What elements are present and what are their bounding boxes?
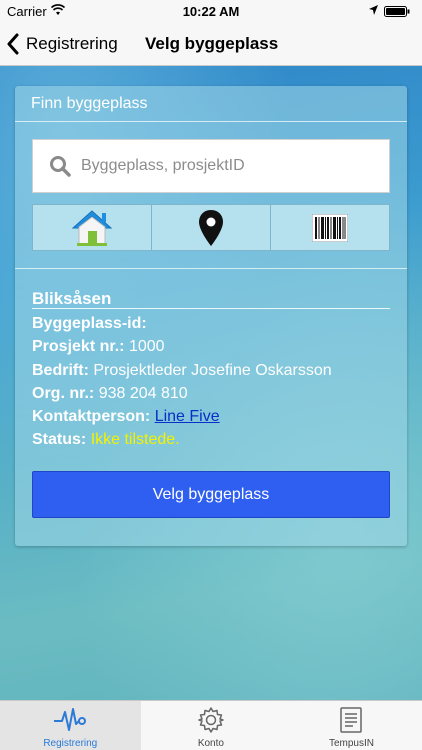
- project-row: Prosjekt nr.: 1000: [32, 338, 165, 355]
- site-id-label: Byggeplass-id: [32, 315, 142, 332]
- tab-bar: Registrering Konto TempusIN: [0, 700, 422, 750]
- location-button[interactable]: [152, 205, 271, 250]
- tab-label: Konto: [197, 738, 224, 749]
- tab-registrering[interactable]: Registrering: [0, 701, 141, 750]
- tab-konto[interactable]: Konto: [141, 701, 282, 750]
- site-name-underline: [32, 308, 390, 309]
- navigation-bar: Registrering Velg byggeplass: [0, 22, 422, 66]
- search-input[interactable]: [81, 157, 361, 175]
- home-icon: [71, 209, 113, 246]
- contact-link[interactable]: Line Five: [155, 408, 220, 425]
- panel-title: Finn byggeplass: [31, 95, 148, 112]
- search-box[interactable]: [32, 139, 390, 193]
- back-button[interactable]: Registrering: [6, 30, 118, 58]
- barcode-icon: [312, 213, 348, 242]
- tab-label: TempusIN: [328, 738, 374, 749]
- org-label: Org. nr.: [32, 385, 89, 402]
- location-pin-icon: [199, 209, 223, 246]
- company-row: Bedrift: Prosjektleder Josefine Oskarsso…: [32, 362, 332, 379]
- contact-row: Kontaktperson: Line Five: [32, 408, 220, 425]
- panel-header: Finn byggeplass: [15, 86, 407, 122]
- status-bar: Carrier 10:22 AM: [0, 0, 422, 22]
- status-label: Status: [32, 431, 81, 448]
- back-label: Registrering: [26, 34, 118, 53]
- tab-label: Registrering: [43, 738, 98, 749]
- document-icon: [340, 707, 363, 733]
- site-name: Bliksåsen: [32, 289, 112, 308]
- divider: [15, 268, 407, 269]
- search-icon: [50, 156, 71, 177]
- select-site-button[interactable]: Velg byggeplass: [32, 471, 390, 518]
- search-mode-buttons: [32, 204, 390, 251]
- pulse-icon: [54, 708, 87, 731]
- location-arrow-icon: [369, 5, 378, 15]
- status-row: Status: Ikke tilstede.: [32, 431, 180, 448]
- contact-label: Kontaktperson: [32, 408, 145, 425]
- home-button[interactable]: [33, 205, 152, 250]
- project-label: Prosjekt nr.: [32, 338, 120, 355]
- battery-icon: [384, 6, 410, 17]
- org-value: 938 204 810: [98, 385, 188, 402]
- site-id-row: Byggeplass-id:: [32, 315, 147, 332]
- company-label: Bedrift: [32, 362, 84, 379]
- barcode-button[interactable]: [271, 205, 389, 250]
- tab-tempusin[interactable]: TempusIN: [281, 701, 422, 750]
- company-value: Prosjektleder Josefine Oskarsson: [93, 362, 332, 379]
- gear-icon: [198, 707, 224, 733]
- org-row: Org. nr.: 938 204 810: [32, 385, 188, 402]
- status-value: Ikke tilstede.: [90, 431, 180, 448]
- project-value: 1000: [128, 338, 165, 355]
- page-title: Velg byggeplass: [145, 34, 279, 53]
- chevron-left-icon: [7, 33, 19, 55]
- clock: 10:22 AM: [182, 4, 240, 19]
